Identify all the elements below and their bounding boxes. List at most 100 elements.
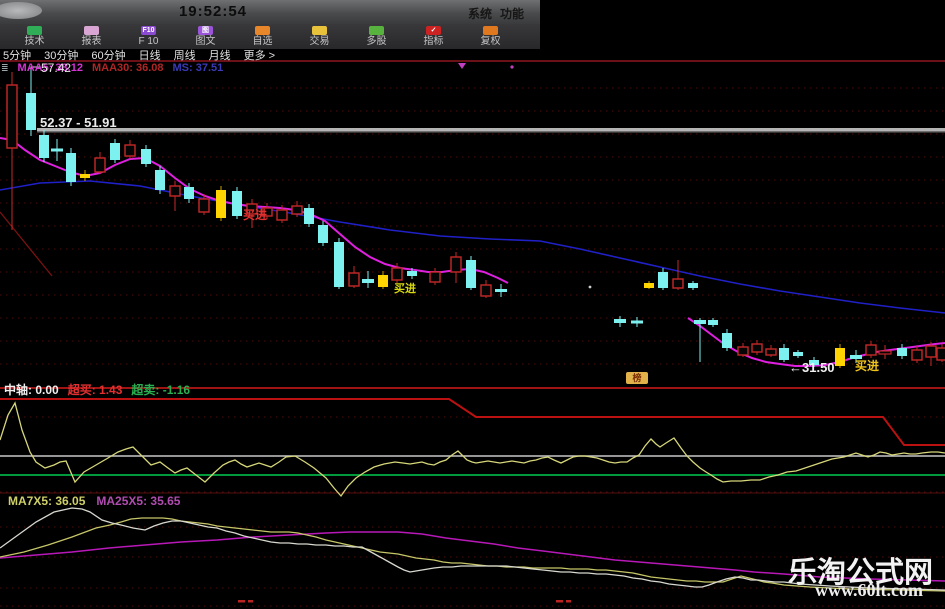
candle bbox=[348, 272, 360, 287]
candle bbox=[644, 283, 654, 288]
range-price-label: 52.37 - 51.91 bbox=[40, 115, 117, 130]
toolbar-button-label: 图文 bbox=[195, 36, 216, 47]
candle bbox=[688, 283, 698, 288]
menu-system[interactable]: 系统 bbox=[468, 5, 492, 22]
report-icon bbox=[84, 26, 99, 35]
trade-icon bbox=[312, 26, 327, 35]
candle bbox=[835, 348, 845, 366]
buy-signal-label-2: 买进 bbox=[394, 283, 416, 295]
candle bbox=[155, 170, 165, 190]
period-tab-月线[interactable]: 月线 bbox=[209, 47, 231, 62]
candle bbox=[450, 256, 462, 273]
candle bbox=[318, 225, 328, 243]
candle bbox=[26, 93, 36, 130]
oscillator-value-label: 超卖: -1.16 bbox=[131, 383, 191, 397]
toolbar-button-多股[interactable]: 多股 bbox=[348, 24, 405, 49]
toolbar-button-label: 复权 bbox=[480, 36, 501, 47]
candle bbox=[480, 284, 492, 297]
tech-chart-icon bbox=[27, 26, 42, 35]
toolbar-button-label: 技术 bbox=[24, 36, 45, 47]
toolbar-button-label: 多股 bbox=[366, 36, 387, 47]
candle bbox=[407, 271, 417, 276]
candle bbox=[722, 333, 732, 348]
candle bbox=[751, 343, 763, 353]
indicator-icon: ✓ bbox=[426, 26, 441, 35]
candle bbox=[897, 348, 907, 356]
toolbar-button-指标[interactable]: ✓ 指标 bbox=[405, 24, 462, 49]
toolbar-button-自选[interactable]: 自选 bbox=[234, 24, 291, 49]
candle bbox=[304, 208, 314, 224]
candle bbox=[793, 352, 803, 356]
period-tab-日线[interactable]: 日线 bbox=[139, 47, 161, 62]
low-price-label: ←31.50 bbox=[789, 360, 835, 375]
candle bbox=[737, 346, 749, 356]
stock-app-window: 19:52:54 系统 功能 技术 报表 F10 F 10 图图文 自选 交易 多股 ✓ 指标 复权… bbox=[0, 0, 945, 609]
candle bbox=[110, 143, 120, 160]
toolbar-button-复权[interactable]: 复权 bbox=[462, 24, 519, 49]
oscillator-value-label: 超买: 1.43 bbox=[67, 383, 123, 397]
bottom-ma-values-row: MA7X5: 36.05 MA25X5: 35.65 bbox=[8, 494, 180, 508]
period-tab-更多 >[interactable]: 更多 > bbox=[244, 47, 275, 62]
candle bbox=[334, 242, 344, 287]
window-control-blob[interactable] bbox=[0, 2, 42, 19]
candle bbox=[80, 174, 90, 178]
candle bbox=[124, 144, 136, 157]
candle bbox=[232, 191, 242, 216]
bottom-ma-value-label: MA25X5: 35.65 bbox=[96, 494, 181, 508]
candle bbox=[141, 149, 151, 164]
rank-badge[interactable]: 榜 bbox=[626, 372, 648, 384]
candle bbox=[631, 320, 643, 324]
candle bbox=[779, 348, 789, 360]
period-tab-30分钟[interactable]: 30分钟 bbox=[44, 47, 78, 62]
menu-function[interactable]: 功能 bbox=[500, 5, 524, 22]
f10-icon: F10 bbox=[141, 26, 156, 35]
watermark-url: www.60lt.com bbox=[815, 580, 923, 600]
clock-display: 19:52:54 bbox=[178, 3, 248, 20]
candle bbox=[658, 272, 668, 288]
candle bbox=[362, 279, 374, 283]
candle bbox=[94, 157, 106, 173]
candle bbox=[672, 278, 684, 289]
main-toolbar: 技术 报表 F10 F 10 图图文 自选 交易 多股 ✓ 指标 复权 bbox=[0, 24, 540, 49]
candle bbox=[184, 187, 194, 199]
graphic-text-icon: 图 bbox=[198, 26, 213, 35]
candle bbox=[216, 190, 226, 218]
axis-tick bbox=[248, 600, 253, 603]
candle bbox=[198, 198, 210, 213]
moving-average-lines bbox=[0, 66, 945, 367]
buy-signal-label-3: 买进 bbox=[855, 359, 880, 373]
favorites-icon bbox=[255, 26, 270, 35]
period-tab-5分钟[interactable]: 5分钟 bbox=[3, 47, 31, 62]
candlestick-chart-canvas[interactable] bbox=[0, 0, 945, 609]
toolbar-button-图文[interactable]: 图图文 bbox=[177, 24, 234, 49]
title-bar: 19:52:54 系统 功能 bbox=[0, 0, 540, 24]
toolbar-button-F 10[interactable]: F10 F 10 bbox=[120, 24, 177, 49]
toolbar-button-报表[interactable]: 报表 bbox=[63, 24, 120, 49]
candle bbox=[694, 320, 706, 324]
candle bbox=[378, 275, 388, 287]
toolbar-button-交易[interactable]: 交易 bbox=[291, 24, 348, 49]
period-tab-60分钟[interactable]: 60分钟 bbox=[91, 47, 125, 62]
bottom-ma-value-label: MA7X5: 36.05 bbox=[8, 494, 86, 508]
peak-price-label: 57.42 bbox=[41, 61, 72, 75]
candle bbox=[391, 267, 403, 281]
buy-signal-label-1: 买进 bbox=[243, 208, 268, 222]
candle bbox=[708, 320, 718, 325]
ma-value-label: MS: 37.51 bbox=[172, 62, 224, 74]
axis-tick bbox=[556, 600, 563, 603]
price-range-bar bbox=[37, 128, 945, 133]
candle bbox=[495, 289, 507, 292]
multi-stock-icon bbox=[369, 26, 384, 35]
toolbar-button-label: 报表 bbox=[81, 36, 102, 47]
toolbar-button-技术[interactable]: 技术 bbox=[6, 24, 63, 49]
candle bbox=[429, 271, 441, 283]
oscillator-values-row: 中轴: 0.00 超买: 1.43 超卖: -1.16 bbox=[4, 381, 190, 398]
candle bbox=[291, 205, 303, 215]
toolbar-button-label: F 10 bbox=[138, 36, 159, 47]
period-tab-周线[interactable]: 周线 bbox=[174, 47, 196, 62]
candle bbox=[878, 350, 892, 355]
axis-tick bbox=[238, 600, 245, 603]
toolbar-button-label: 交易 bbox=[309, 36, 330, 47]
candle bbox=[925, 345, 937, 358]
candle bbox=[169, 185, 181, 197]
